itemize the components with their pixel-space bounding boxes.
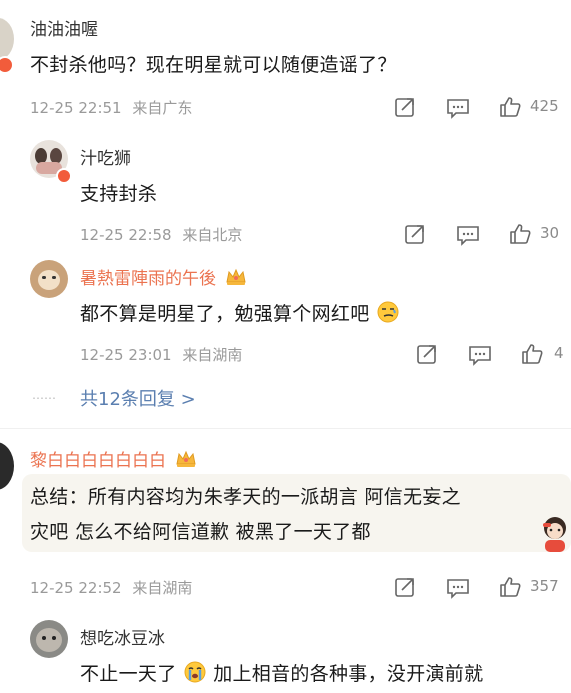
comment-text: 不封杀他吗？现在明星就可以随便造谣了？ xyxy=(30,54,397,76)
like-icon[interactable] xyxy=(520,342,544,366)
reply-text-after: 加上相音的各种事，没开演前就 xyxy=(213,663,484,685)
reply-username-text: 暑熱雷陣雨的午後 xyxy=(80,269,216,289)
comment-meta: 12-25 22:51 来自广东 xyxy=(30,97,192,118)
decoration-sticker-icon xyxy=(538,514,571,554)
comment-location: 来自湖南 xyxy=(132,579,193,597)
like-count: 30 xyxy=(540,224,560,242)
share-icon[interactable] xyxy=(394,96,416,118)
comment-text-line1: 总结：所有内容均为朱孝天的一派胡言 阿信无妄之 xyxy=(30,486,461,508)
share-icon[interactable] xyxy=(416,343,438,365)
more-replies-link[interactable]: 共12条回复 > xyxy=(80,385,196,411)
comment-meta: 12-25 22:52 来自湖南 xyxy=(30,577,192,598)
reply-meta: 12-25 23:01 来自湖南 xyxy=(80,344,242,365)
reply-text-before: 不止一天了 xyxy=(80,663,177,685)
vip-badge-icon xyxy=(0,56,14,74)
comment-username[interactable]: 油油油喔 xyxy=(30,15,98,40)
reply-location: 来自湖南 xyxy=(182,346,243,364)
share-icon[interactable] xyxy=(404,223,426,245)
reply-text: 支持封杀 xyxy=(80,183,158,205)
comment-timestamp: 12-25 22:51 xyxy=(30,99,122,117)
comment-icon[interactable] xyxy=(446,97,470,119)
reply-text: 不止一天了 加上相音的各种事，没开演前就 xyxy=(80,659,483,689)
comment-location: 来自广东 xyxy=(132,99,193,117)
divider xyxy=(0,428,571,429)
like-icon[interactable] xyxy=(498,575,522,599)
like-icon[interactable] xyxy=(508,222,532,246)
avatar[interactable] xyxy=(30,260,68,298)
comment-icon[interactable] xyxy=(456,224,480,246)
comment-username[interactable]: 黎白白白白白白白 xyxy=(30,446,197,473)
comment-timestamp: 12-25 22:52 xyxy=(30,579,122,597)
more-dots: …… xyxy=(32,388,56,402)
comment-username-text: 黎白白白白白白白 xyxy=(30,451,166,471)
reply-text-content: 都不算是明星了，勉强算个网红吧 xyxy=(80,303,370,325)
reply-timestamp: 12-25 22:58 xyxy=(80,226,172,244)
crown-icon xyxy=(175,450,197,473)
avatar[interactable] xyxy=(30,620,68,658)
like-count: 425 xyxy=(530,97,559,115)
reply-meta: 12-25 22:58 来自北京 xyxy=(80,224,242,245)
reply-username[interactable]: 暑熱雷陣雨的午後 xyxy=(80,264,247,291)
comment-text-line2: 灾吧 怎么不给阿信道歉 被黑了一天了都 xyxy=(30,521,371,543)
like-count: 357 xyxy=(530,577,559,595)
reply-username[interactable]: 汁吃狮 xyxy=(80,144,131,169)
like-icon[interactable] xyxy=(498,95,522,119)
comment-icon[interactable] xyxy=(468,344,492,366)
comment-icon[interactable] xyxy=(446,577,470,599)
reply-timestamp: 12-25 23:01 xyxy=(80,346,172,364)
avatar[interactable] xyxy=(0,18,14,60)
crown-icon xyxy=(225,268,247,291)
reply-location: 来自北京 xyxy=(182,226,243,244)
share-icon[interactable] xyxy=(394,576,416,598)
smirk-emoji-icon xyxy=(376,300,400,329)
vip-badge-icon xyxy=(56,168,72,184)
avatar[interactable] xyxy=(0,442,14,490)
reply-username[interactable]: 想吃冰豆冰 xyxy=(80,624,165,649)
reply-text: 都不算是明星了，勉强算个网红吧 xyxy=(80,299,400,329)
crying-emoji-icon xyxy=(183,660,207,689)
like-count: 4 xyxy=(554,344,564,362)
